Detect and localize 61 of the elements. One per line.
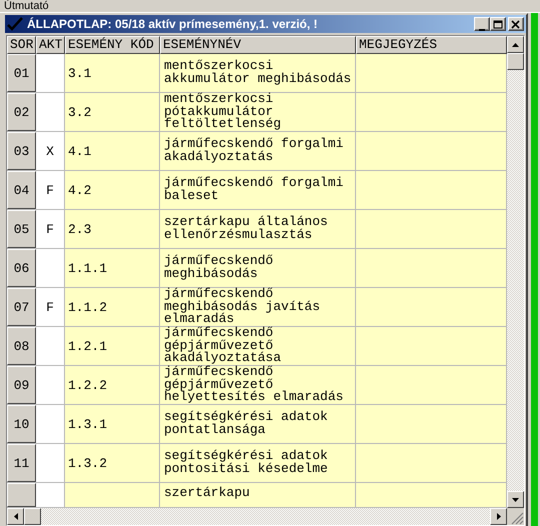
table-cell: 2.3 [65, 210, 160, 248]
table-cell: 1.1.2 [65, 288, 160, 326]
down-arrow-icon [512, 498, 519, 502]
table-cell: F [36, 210, 65, 248]
table-cell: 1.2.1 [65, 327, 160, 365]
row-header: 06 [7, 249, 36, 287]
row-header: 11 [7, 444, 36, 482]
column-header[interactable]: AKT [36, 36, 65, 54]
table-cell: segítségkérési adatok pontatlansága [160, 405, 356, 443]
window-title: ÁLLAPOTLAP: 05/18 aktív prímesemény,1. verzió, ! [27, 17, 319, 31]
column-header[interactable]: MEGJEGYZÉS [356, 36, 507, 54]
table-cell: járműfecskendő gépjárművezető helyettesítés elmaradás [160, 366, 356, 404]
table-cell: 1.1.1 [65, 249, 160, 287]
row-header: 07 [7, 288, 36, 326]
column-header[interactable]: ESEMÉNY KÓD [65, 36, 160, 54]
table-cell: mentőszerkocsi akkumulátor meghibásodás [160, 54, 356, 92]
table-cell: járműfecskendő meghibásodás [160, 249, 356, 287]
maximize-icon [491, 19, 505, 31]
row-header: 03 [7, 132, 36, 170]
table-cell: 3.2 [65, 93, 160, 131]
table-cell: F [36, 171, 65, 209]
minimize-icon [479, 29, 485, 31]
table-cell: mentőszerkocsi pótakkumulátor feltöltetlenség [160, 93, 356, 131]
maximize-button[interactable] [490, 17, 506, 31]
table-cell: X [36, 132, 65, 170]
table-cell: 3.1 [65, 54, 160, 92]
row-header: 02 [7, 93, 36, 131]
row-header [7, 483, 36, 507]
minimize-button[interactable] [474, 17, 490, 31]
left-arrow-icon [14, 513, 18, 520]
table-cell: 1.3.1 [65, 405, 160, 443]
vertical-scrollbar[interactable] [507, 36, 524, 508]
table-cell: F [36, 288, 65, 326]
table-cell: 1.2.2 [65, 366, 160, 404]
row-header: 09 [7, 366, 36, 404]
right-arrow-icon [496, 513, 500, 520]
close-button[interactable] [508, 17, 524, 31]
table-cell: 1.3.2 [65, 444, 160, 482]
scroll-down-button[interactable] [507, 491, 524, 508]
row-header: 01 [7, 54, 36, 92]
row-header: 04 [7, 171, 36, 209]
scroll-thumb[interactable] [507, 53, 524, 70]
scroll-thumb[interactable] [24, 508, 41, 525]
table-cell: 4.1 [65, 132, 160, 170]
row-header: 10 [7, 405, 36, 443]
table-cell: szertárkapu [160, 483, 356, 507]
up-arrow-icon [512, 42, 519, 46]
table-cell: segítségkérési adatok pontositási késedelme [160, 444, 356, 482]
column-header[interactable]: ESEMÉNYNÉV [160, 36, 356, 54]
scroll-right-button[interactable] [490, 508, 507, 525]
scroll-left-button[interactable] [7, 508, 24, 525]
column-header[interactable]: SOR [7, 36, 36, 54]
row-header: 05 [7, 210, 36, 248]
table-cell: járműfecskendő forgalmi akadályoztatás [160, 132, 356, 170]
table-cell: járműfecskendő forgalmi baleset [160, 171, 356, 209]
checkmark-icon [7, 17, 23, 31]
row-header: 08 [7, 327, 36, 365]
horizontal-scrollbar[interactable] [7, 508, 524, 525]
scroll-up-button[interactable] [507, 36, 524, 53]
table-cell: 4.2 [65, 171, 160, 209]
table-cell: szertárkapu általános ellenőrzésmulasztás [160, 210, 356, 248]
